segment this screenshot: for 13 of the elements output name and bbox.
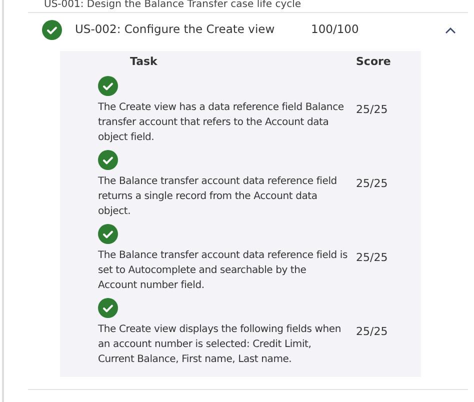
story-score: 100/100 <box>311 21 360 38</box>
task-score: 25/25 <box>356 324 388 340</box>
task-score: 25/25 <box>356 250 388 266</box>
column-header: Task <box>129 54 158 70</box>
story-title: US-002: Configure the Create view <box>75 21 276 38</box>
task-score: 25/25 <box>356 102 388 118</box>
column-header: Score <box>356 54 391 70</box>
task-description: The Balance transfer account data reference field returns a single record from the Account data object. <box>98 175 338 219</box>
task-description: The Balance transfer account data reference field is set to Autocomplete and searchable by the Account number field. <box>98 249 348 293</box>
task-description: The Create view displays the following fields when an account number is selected: Credit Limit, Current Balance, First name, Last name. <box>98 323 342 367</box>
task-score: 25/25 <box>356 176 388 192</box>
chevron-up-icon <box>444 26 456 34</box>
task-description: The Create view has a data reference field Balance transfer account that refers to the Account data object field. <box>98 101 345 145</box>
